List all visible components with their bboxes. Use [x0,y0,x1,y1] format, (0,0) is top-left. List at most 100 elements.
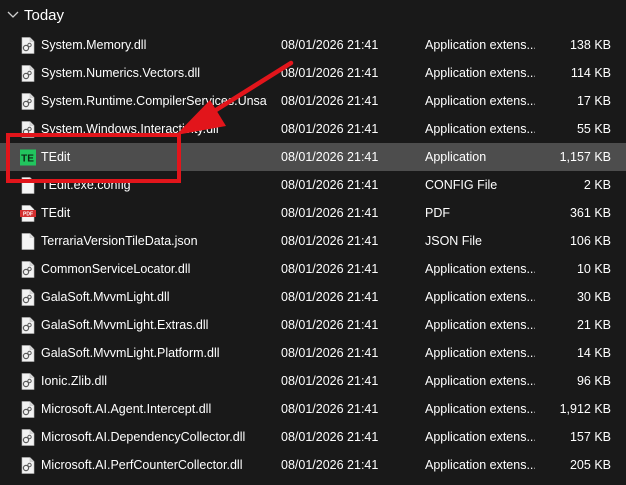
file-date-modified: 08/01/2026 21:41 [281,38,379,52]
file-type: Application extens... [425,346,535,360]
dll-file-icon [21,345,35,362]
file-row[interactable]: TEdit.exe.config 08/01/2026 21:41 CONFIG F… [0,171,626,199]
file-name: Microsoft.AI.Agent.Intercept.dll [41,402,212,416]
file-size: 114 KB [570,66,611,80]
file-row[interactable]: GalaSoft.MvvmLight.dll 08/01/2026 21:41 Ap… [0,283,626,311]
file-name: System.Numerics.Vectors.dll [41,66,201,80]
file-type: Application extens... [425,66,535,80]
file-size: 361 KB [569,206,611,220]
file-size: 1,912 KB [559,402,611,416]
file-name: GalaSoft.MvvmLight.Platform.dll [41,346,220,360]
file-row[interactable]: PDF TEdit 08/01/2026 21:41 PDF 361 KB [0,199,626,227]
dll-file-icon [21,429,35,446]
file-date-modified: 08/01/2026 21:41 [281,374,379,388]
file-date-modified: 08/01/2026 21:41 [281,458,379,472]
dll-file-icon [21,401,35,418]
blank-file-icon [21,177,35,194]
file-name: GalaSoft.MvvmLight.Extras.dll [41,318,209,332]
file-date-modified: 08/01/2026 21:41 [281,234,379,248]
file-type: Application extens... [425,290,535,304]
file-name: CommonServiceLocator.dll [41,262,191,276]
file-row[interactable]: System.Numerics.Vectors.dll 08/01/2026 21… [0,59,626,87]
file-size: 205 KB [569,458,611,472]
file-size: 10 KB [576,262,611,276]
tedit-app-icon: TE [20,149,36,166]
file-name: Ionic.Zlib.dll [41,374,107,388]
file-row[interactable]: System.Runtime.CompilerServices.Unsaf...… [0,87,626,115]
file-row[interactable]: TerrariaVersionTileData.json 08/01/2026 2… [0,227,626,255]
file-row[interactable]: Ionic.Zlib.dll 08/01/2026 21:41 Applicatio… [0,367,626,395]
file-row[interactable]: GalaSoft.MvvmLight.Platform.dll 08/01/202… [0,339,626,367]
file-row[interactable]: Microsoft.AI.DependencyCollector.dll 08/0… [0,423,626,451]
file-date-modified: 08/01/2026 21:41 [281,206,379,220]
pdf-file-icon: PDF [20,205,36,222]
file-size: 157 KB [569,430,611,444]
file-size: 106 KB [569,234,611,248]
file-date-modified: 08/01/2026 21:41 [281,262,379,276]
group-header-today[interactable]: Today [0,0,626,32]
file-size: 96 KB [576,374,611,388]
dll-file-icon [21,93,35,110]
file-name: TerrariaVersionTileData.json [41,234,198,248]
file-type: Application extens... [425,374,535,388]
file-explorer-view: Today System.Memory.dll 08/01/2026 21:41 A… [0,0,626,485]
file-name: GalaSoft.MvvmLight.dll [41,290,170,304]
file-name: System.Runtime.CompilerServices.Unsaf... [41,94,267,108]
dll-file-icon [21,289,35,306]
file-size: 1,157 KB [559,150,611,164]
file-date-modified: 08/01/2026 21:41 [281,66,379,80]
file-row[interactable]: Microsoft.AI.PerfCounterCollector.dll 08/… [0,451,626,479]
file-name: Microsoft.AI.DependencyCollector.dll [41,430,246,444]
file-name: System.Windows.Interactivity.dll [41,122,219,136]
file-size: 2 KB [583,178,611,192]
blank-file-icon [21,233,35,250]
file-row[interactable]: GalaSoft.MvvmLight.Extras.dll 08/01/2026 … [0,311,626,339]
dll-file-icon [21,317,35,334]
file-type: Application extens... [425,430,535,444]
dll-file-icon [21,457,35,474]
chevron-down-icon[interactable] [7,10,19,20]
file-type: JSON File [425,234,482,248]
file-date-modified: 08/01/2026 21:41 [281,150,379,164]
file-name: TEdit.exe.config [41,178,131,192]
file-size: 21 KB [576,318,611,332]
file-row[interactable]: System.Windows.Interactivity.dll 08/01/20… [0,115,626,143]
file-date-modified: 08/01/2026 21:41 [281,178,379,192]
file-size: 138 KB [569,38,611,52]
file-size: 17 KB [576,94,611,108]
file-type: Application extens... [425,262,535,276]
file-type: Application extens... [425,458,535,472]
file-type: Application extens... [425,94,535,108]
dll-file-icon [21,373,35,390]
group-title: Today [24,7,65,24]
dll-file-icon [21,65,35,82]
file-size: 14 KB [576,346,611,360]
file-row[interactable]: System.Memory.dll 08/01/2026 21:41 Applica… [0,31,626,59]
file-size: 30 KB [576,290,611,304]
file-name: Microsoft.AI.PerfCounterCollector.dll [41,458,243,472]
file-date-modified: 08/01/2026 21:41 [281,122,379,136]
file-row[interactable]: TE TEdit 08/01/2026 21:41 Application 1,157 … [0,143,626,171]
file-type: Application extens... [425,402,535,416]
svg-text:TE: TE [21,154,34,165]
file-name: TEdit [41,150,71,164]
dll-file-icon [21,37,35,54]
file-row[interactable]: CommonServiceLocator.dll 08/01/2026 21:41… [0,255,626,283]
file-type: Application [425,150,487,164]
file-type: Application extens... [425,318,535,332]
file-name: TEdit [41,206,71,220]
file-date-modified: 08/01/2026 21:41 [281,430,379,444]
file-name: System.Memory.dll [41,38,147,52]
file-type: Application extens... [425,122,535,136]
file-size: 55 KB [576,122,611,136]
file-date-modified: 08/01/2026 21:41 [281,94,379,108]
file-row[interactable]: Microsoft.AI.Agent.Intercept.dll 08/01/20… [0,395,626,423]
file-date-modified: 08/01/2026 21:41 [281,318,379,332]
file-date-modified: 08/01/2026 21:41 [281,290,379,304]
file-type: PDF [425,206,450,220]
dll-file-icon [21,121,35,138]
file-type: Application extens... [425,38,535,52]
file-list: System.Memory.dll 08/01/2026 21:41 Applica… [0,31,626,479]
svg-text:PDF: PDF [23,212,33,218]
file-date-modified: 08/01/2026 21:41 [281,402,379,416]
